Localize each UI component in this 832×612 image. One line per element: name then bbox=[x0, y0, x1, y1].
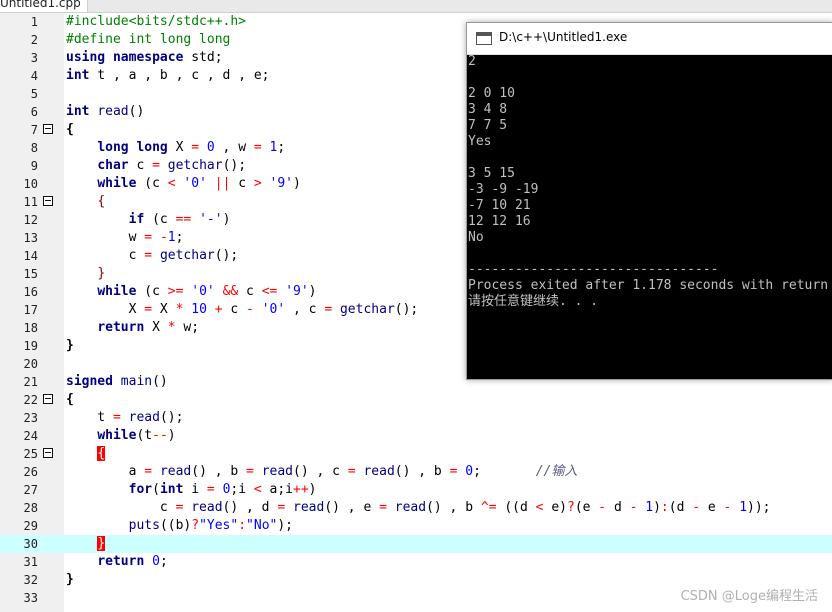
console-line: 2 0 10 bbox=[468, 86, 515, 101]
console-title: D:\c++\Untitled1.exe bbox=[499, 30, 628, 44]
editor-tab-bar: Untitled1.cpp bbox=[0, 0, 832, 13]
code-text: using namespace std; bbox=[66, 50, 223, 65]
line-number: 26 bbox=[23, 465, 38, 479]
line-number: 22 bbox=[23, 393, 38, 407]
line-number: 30 bbox=[23, 537, 38, 551]
line-number: 9 bbox=[30, 159, 38, 173]
line-number: 10 bbox=[23, 177, 38, 191]
code-text: return X * w; bbox=[97, 320, 200, 335]
line-number: 31 bbox=[23, 555, 38, 569]
code-text: { bbox=[66, 392, 74, 407]
line-number: 8 bbox=[30, 141, 38, 155]
line-number: 15 bbox=[23, 267, 38, 281]
code-text: if (c == '-') bbox=[128, 212, 231, 227]
code-text: while (c < '0' || c > '9') bbox=[97, 176, 301, 191]
code-line[interactable]: 23 t = read(); bbox=[0, 409, 832, 427]
console-line: -------------------------------- bbox=[468, 262, 719, 277]
code-text: signed main() bbox=[66, 374, 168, 389]
line-number: 27 bbox=[23, 483, 38, 497]
code-text: while(t--) bbox=[97, 428, 176, 443]
line-number: 17 bbox=[23, 303, 38, 317]
line-number: 16 bbox=[23, 285, 38, 299]
code-text: t = read(); bbox=[66, 410, 184, 425]
line-number: 2 bbox=[30, 33, 38, 47]
line-number: 1 bbox=[30, 15, 38, 29]
code-text: while (c >= '0' && c <= '9') bbox=[97, 284, 317, 299]
code-text: } bbox=[66, 572, 74, 587]
code-text: puts((b)?"Yes":"No"); bbox=[128, 518, 294, 533]
console-line: Yes bbox=[468, 134, 492, 149]
code-text: { bbox=[97, 446, 106, 461]
code-text: { bbox=[97, 194, 106, 209]
code-text: } bbox=[97, 536, 106, 551]
line-number: 20 bbox=[23, 357, 38, 371]
code-text: } bbox=[66, 338, 74, 353]
code-line[interactable]: 22 { bbox=[0, 391, 832, 409]
line-number: 32 bbox=[23, 573, 38, 587]
console-line: 7 7 5 bbox=[468, 118, 508, 133]
line-number: 23 bbox=[23, 411, 38, 425]
console-line: 3 4 8 bbox=[468, 102, 508, 117]
fold-toggle-icon[interactable] bbox=[43, 394, 53, 404]
code-text: return 0; bbox=[97, 554, 168, 569]
code-line[interactable]: 24 while(t--) bbox=[0, 427, 832, 445]
line-number: 33 bbox=[23, 591, 38, 605]
line-number: 6 bbox=[30, 105, 38, 119]
watermark: CSDN @Loge编程生活 bbox=[680, 589, 818, 604]
code-text: c = getchar(); bbox=[66, 248, 239, 263]
console-line: 请按任意键继续. . . bbox=[468, 294, 599, 309]
code-line[interactable]: 26 a = read() , b = read() , c = read() … bbox=[0, 463, 832, 481]
line-number: 12 bbox=[23, 213, 38, 227]
console-line: -7 10 21 bbox=[468, 198, 531, 213]
line-number: 21 bbox=[23, 375, 38, 389]
code-text: w = -1; bbox=[66, 230, 184, 245]
code-text: int t , a , b , c , d , e; bbox=[66, 68, 270, 83]
code-text: } bbox=[97, 266, 106, 281]
console-title-bar[interactable]: D:\c++\Untitled1.exe bbox=[467, 23, 832, 55]
code-text: X = X * 10 + c - '0' , c = getchar(); bbox=[66, 302, 419, 317]
console-line: -3 -9 -19 bbox=[468, 182, 539, 197]
fold-toggle-icon[interactable] bbox=[43, 448, 53, 458]
code-line[interactable]: 25 { bbox=[0, 445, 832, 463]
console-app-icon bbox=[476, 32, 492, 45]
code-text: for(int i = 0;i < a;i++) bbox=[128, 482, 317, 497]
code-line[interactable]: 31 return 0; bbox=[0, 553, 832, 571]
fold-toggle-icon[interactable] bbox=[43, 124, 53, 134]
code-line[interactable]: 27 for(int i = 0;i < a;i++) bbox=[0, 481, 832, 499]
code-line[interactable]: 29 puts((b)?"Yes":"No"); bbox=[0, 517, 832, 535]
line-number: 19 bbox=[23, 339, 38, 353]
line-number: 14 bbox=[23, 249, 38, 263]
console-line: 12 12 16 bbox=[468, 214, 531, 229]
code-text: c = read() , d = read() , e = read() , b… bbox=[66, 500, 771, 515]
code-text: char c = getchar(); bbox=[97, 158, 247, 173]
code-text: int read() bbox=[66, 104, 145, 119]
console-window[interactable]: D:\c++\Untitled1.exe 2 2 0 10 3 4 87 7 5 Ye… bbox=[466, 22, 832, 380]
line-number: 25 bbox=[23, 447, 38, 461]
fold-toggle-icon[interactable] bbox=[43, 196, 53, 206]
line-number: 7 bbox=[30, 123, 38, 137]
line-number: 13 bbox=[23, 231, 38, 245]
code-text: long long X = 0 , w = 1; bbox=[97, 140, 286, 155]
code-text: a = read() , b = read() , c = read() , b… bbox=[66, 464, 578, 479]
console-line: No bbox=[468, 230, 484, 245]
line-number: 5 bbox=[30, 87, 38, 101]
code-text: #define int long long bbox=[66, 32, 231, 47]
line-number: 11 bbox=[23, 195, 38, 209]
line-number: 28 bbox=[23, 501, 38, 515]
code-text: { bbox=[66, 122, 74, 137]
code-line[interactable]: 30 } bbox=[0, 535, 832, 553]
tab-untitled1[interactable]: Untitled1.cpp bbox=[0, 0, 88, 12]
line-number: 24 bbox=[23, 429, 38, 443]
code-line[interactable]: 28 c = read() , d = read() , e = read() … bbox=[0, 499, 832, 517]
console-line: 2 bbox=[468, 54, 476, 69]
console-line: 3 5 15 bbox=[468, 166, 515, 181]
code-text: #include<bits/stdc++.h> bbox=[66, 14, 247, 29]
console-line: Process exited after 1.178 seconds with … bbox=[468, 278, 829, 293]
line-number: 3 bbox=[30, 51, 38, 65]
line-number: 18 bbox=[23, 321, 38, 335]
console-output: 2 2 0 10 3 4 87 7 5 Yes 3 5 15 -3 -9 -19 -7 10… bbox=[467, 54, 832, 379]
line-number: 29 bbox=[23, 519, 38, 533]
line-number: 4 bbox=[30, 69, 38, 83]
